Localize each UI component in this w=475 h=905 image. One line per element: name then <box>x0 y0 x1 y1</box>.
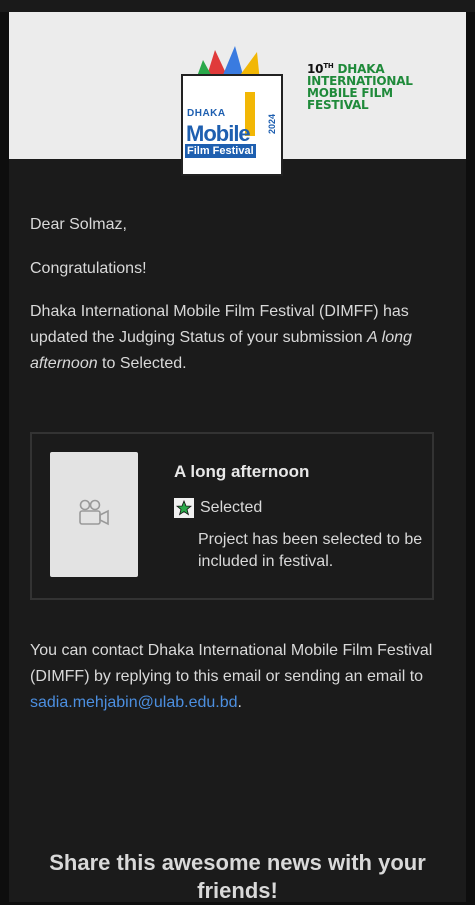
status-row: Selected <box>174 498 262 518</box>
contact-paragraph: You can contact Dhaka International Mobi… <box>30 638 440 716</box>
contact-end: . <box>237 694 242 711</box>
body-suffix: to Selected. <box>97 355 187 372</box>
project-card[interactable]: A long afternoon Selected Project has be… <box>30 432 434 600</box>
congratulations-line: Congratulations! <box>30 260 147 277</box>
contact-email-link[interactable]: sadia.mehjabin@ulab.edu.bd <box>30 694 238 711</box>
contact-text: You can contact Dhaka International Mobi… <box>30 642 433 685</box>
email-panel: DHAKA Mobile Film Festival 2024 10TH DHA… <box>9 12 466 903</box>
share-heading: Share this awesome news with your friend… <box>49 850 426 903</box>
festival-title: 10TH DHAKA INTERNATIONAL MOBILE FILM FES… <box>307 60 457 111</box>
project-thumbnail[interactable] <box>50 452 138 577</box>
logo-top-text: DHAKA <box>187 108 226 119</box>
logo-bottom-text: Film Festival <box>185 144 256 158</box>
status-description: Project has been selected to be included… <box>198 531 423 570</box>
logo-year: 2024 <box>267 113 277 134</box>
star-icon <box>174 498 194 518</box>
festival-logo: DHAKA Mobile Film Festival 2024 <box>181 74 283 176</box>
festival-ordinal-sup: TH <box>323 62 334 70</box>
status-label: Selected <box>200 499 263 516</box>
video-camera-icon <box>79 499 109 526</box>
greeting: Dear Solmaz, <box>30 216 127 233</box>
project-title[interactable]: A long afternoon <box>174 462 309 482</box>
status-update-paragraph: Dhaka International Mobile Film Festival… <box>30 299 440 377</box>
body-prefix: Dhaka International Mobile Film Festival… <box>30 303 409 346</box>
festival-banner: DHAKA Mobile Film Festival 2024 10TH DHA… <box>9 12 466 176</box>
top-strip <box>0 0 475 12</box>
festival-line4: FESTIVAL <box>307 98 369 112</box>
